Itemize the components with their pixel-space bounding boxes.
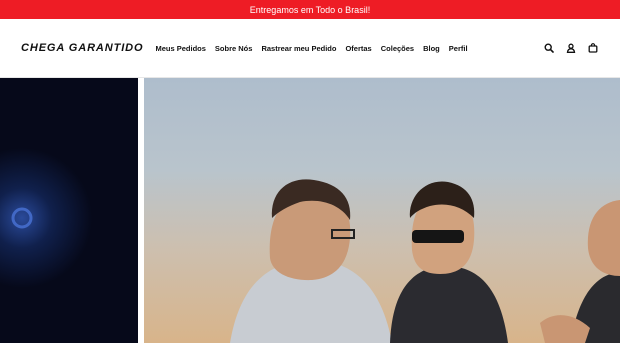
hero-banner[interactable] xyxy=(0,78,620,343)
nav-sobre-nos[interactable]: Sobre Nós xyxy=(215,44,253,53)
cart-icon[interactable] xyxy=(588,43,598,53)
main-nav: Meus Pedidos Sobre Nós Rastrear meu Pedi… xyxy=(155,44,467,53)
search-icon[interactable] xyxy=(544,43,554,53)
site-header: CHEGA GARANTIDO Meus Pedidos Sobre Nós R… xyxy=(0,19,620,78)
header-icons xyxy=(544,43,598,53)
announcement-text: Entregamos em Todo o Brasil! xyxy=(249,4,371,15)
logo[interactable]: CHEGA GARANTIDO xyxy=(21,42,143,54)
hero-photo xyxy=(11,179,620,343)
nav-ofertas[interactable]: Ofertas xyxy=(345,44,371,53)
account-icon[interactable] xyxy=(566,43,576,53)
nav-rastrear-pedido[interactable]: Rastrear meu Pedido xyxy=(261,44,336,53)
nav-meus-pedidos[interactable]: Meus Pedidos xyxy=(155,44,205,53)
announcement-bar: Entregamos em Todo o Brasil! xyxy=(0,0,620,19)
nav-colecoes[interactable]: Coleções xyxy=(381,44,414,53)
nav-blog[interactable]: Blog xyxy=(423,44,440,53)
nav-perfil[interactable]: Perfil xyxy=(449,44,468,53)
